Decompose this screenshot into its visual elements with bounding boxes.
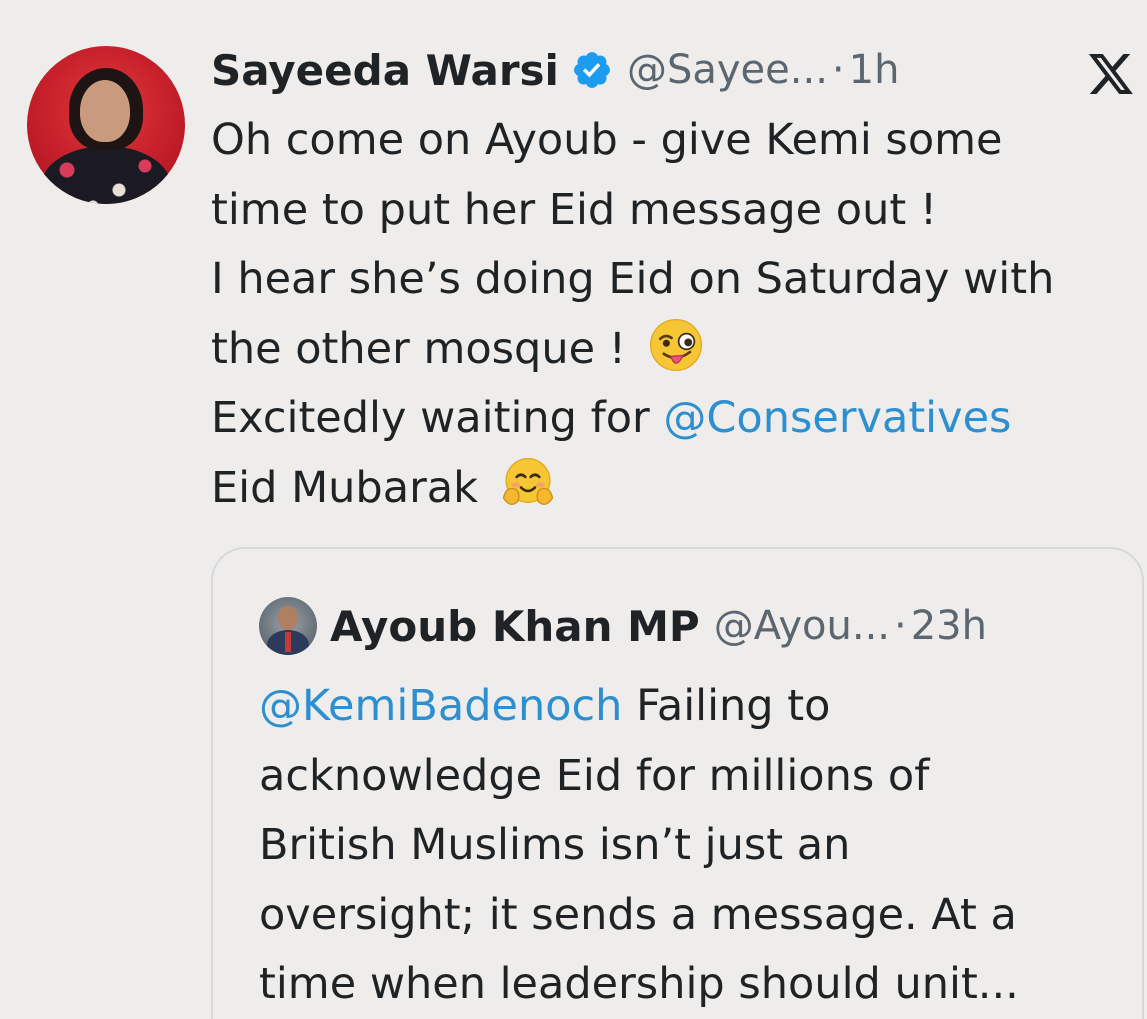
mention-link-kemibadenoch[interactable]: @KemiBadenoch bbox=[259, 681, 622, 731]
avatar-tie bbox=[285, 632, 291, 652]
tweet-screenshot: Sayeeda Warsi @Sayee... · 1h Oh come on … bbox=[0, 0, 1147, 1019]
tweet-header: Sayeeda Warsi @Sayee... · 1h bbox=[211, 40, 899, 100]
quoted-text-line: time when leadership should unit... bbox=[259, 959, 1019, 1009]
quoted-tweet-timestamp[interactable]: 23h bbox=[911, 603, 987, 649]
tweet-text-line: Oh come on Ayoub - give Kemi some bbox=[211, 115, 1003, 165]
tweet-text: Oh come on Ayoub - give Kemi some time t… bbox=[211, 106, 1141, 523]
quoted-text-line: British Muslims isn’t just an bbox=[259, 820, 851, 870]
author-avatar[interactable] bbox=[27, 46, 185, 204]
quoted-author-avatar[interactable] bbox=[259, 597, 317, 655]
tweet-text-line-with-emoji: Eid Mubarak bbox=[211, 454, 1141, 524]
tweet-text-line-with-emoji: the other mosque ! bbox=[211, 315, 1141, 385]
mention-link-conservatives[interactable]: @Conservatives bbox=[663, 393, 1011, 443]
tweet-text-line-with-mention: Excitedly waiting for @Conservatives bbox=[211, 384, 1141, 454]
avatar-face bbox=[278, 606, 298, 630]
tweet-text-segment: the other mosque ! bbox=[211, 323, 626, 374]
author-name[interactable]: Sayeeda Warsi bbox=[211, 46, 559, 95]
quoted-text-segment: Failing to bbox=[622, 681, 831, 731]
tweet-text-segment: Eid Mubarak bbox=[211, 462, 479, 513]
avatar-face bbox=[80, 80, 130, 142]
quoted-tweet-header: Ayoub Khan MP @Ayou... · 23h bbox=[330, 596, 987, 656]
quoted-text-line-with-mention: @KemiBadenoch Failing to bbox=[259, 672, 1129, 742]
quoted-text-line: acknowledge Eid for millions of bbox=[259, 750, 930, 801]
quoted-text-line: oversight; it sends a message. At a bbox=[259, 889, 1017, 940]
quoted-author-handle[interactable]: @Ayou... bbox=[714, 603, 890, 649]
verified-badge-icon bbox=[574, 52, 610, 88]
tweet-text-segment: Excitedly waiting for bbox=[211, 393, 664, 443]
x-logo-icon[interactable] bbox=[1085, 52, 1137, 96]
author-handle[interactable]: @Sayee... bbox=[627, 47, 828, 93]
tweet-text-line: time to put her Eid message out ! bbox=[211, 184, 938, 235]
winking-face-with-tongue-icon bbox=[649, 318, 702, 371]
meta-separator: · bbox=[831, 47, 845, 93]
meta-separator: · bbox=[894, 603, 907, 649]
smiling-face-with-open-hands-icon bbox=[502, 457, 553, 505]
tweet-text-line: I hear she’s doing Eid on Saturday with bbox=[211, 254, 1055, 304]
avatar-clothing bbox=[41, 146, 171, 204]
tweet-timestamp[interactable]: 1h bbox=[849, 47, 900, 93]
quoted-author-name[interactable]: Ayoub Khan MP bbox=[330, 602, 700, 651]
quoted-tweet-text: @KemiBadenoch Failing to acknowledge Eid… bbox=[259, 672, 1129, 1019]
